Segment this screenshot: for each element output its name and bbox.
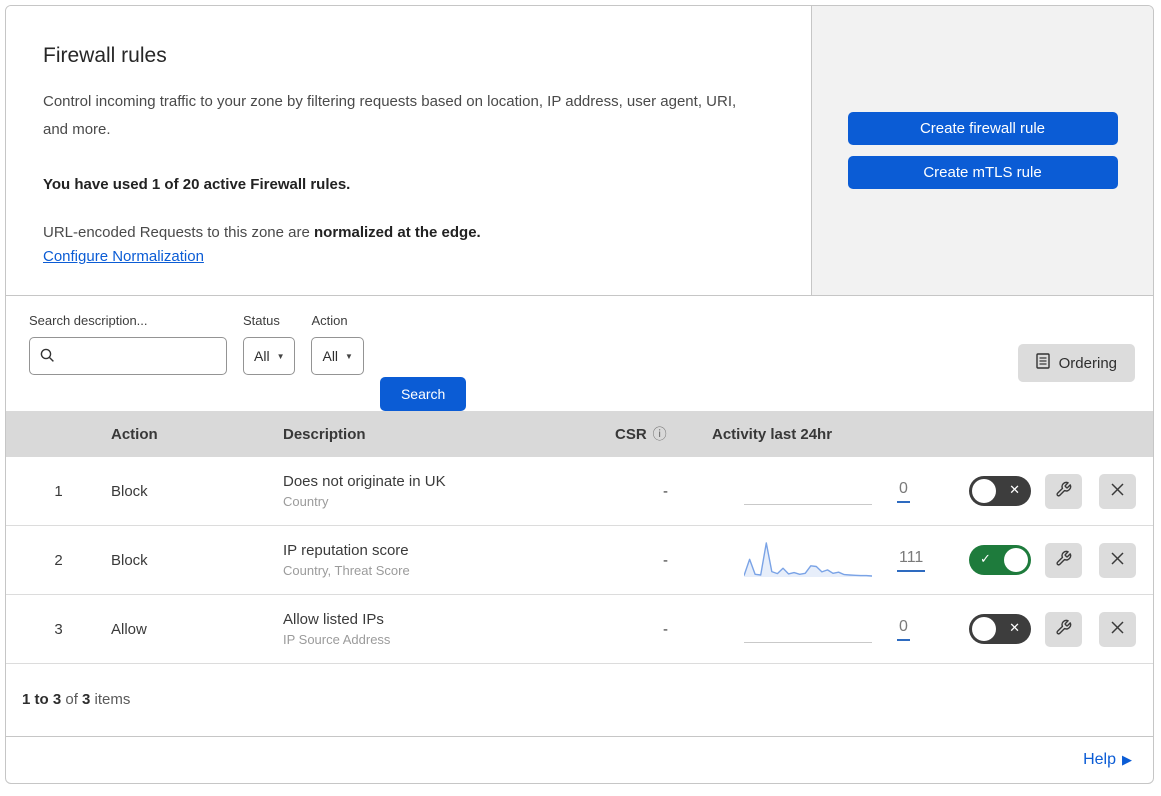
firewall-rules-card: Firewall rules Control incoming traffic … xyxy=(5,5,1154,784)
info-icon[interactable]: ⓘ xyxy=(653,424,667,444)
actions-panel: Create firewall rule Create mTLS rule xyxy=(812,6,1153,295)
header-section: Firewall rules Control incoming traffic … xyxy=(6,6,1153,296)
search-button[interactable]: Search xyxy=(379,377,467,411)
rule-action: Block xyxy=(111,551,148,569)
activity-count-link[interactable]: 0 xyxy=(897,618,910,641)
action-dropdown-value: All xyxy=(322,348,339,364)
table-header: Action Description CSR ⓘ Activity last 2… xyxy=(6,411,1153,457)
normalization-note: URL-encoded Requests to this zone are no… xyxy=(43,224,771,241)
action-label: Action xyxy=(311,313,348,328)
rule-priority: 2 xyxy=(54,551,63,569)
table-row: 1 Block Does not originate in UK Country… xyxy=(6,457,1153,526)
check-icon: ✓ xyxy=(980,551,991,566)
rule-enabled-toggle[interactable]: ✓ ✕ xyxy=(969,476,1031,506)
usage-summary: You have used 1 of 20 active Firewall ru… xyxy=(43,175,351,193)
rule-enabled-toggle[interactable]: ✓ ✕ xyxy=(969,614,1031,644)
rule-csr-value: - xyxy=(663,551,668,569)
configure-normalization-link[interactable]: Configure Normalization xyxy=(43,248,204,265)
rule-enabled-toggle[interactable]: ✓ ✕ xyxy=(969,545,1031,575)
status-dropdown[interactable]: All ▼ xyxy=(243,337,296,375)
chevron-down-icon: ▼ xyxy=(345,351,353,361)
rule-priority: 1 xyxy=(54,482,63,500)
activity-column-header: Activity last 24hr xyxy=(712,425,833,443)
activity-sparkline xyxy=(744,537,872,583)
rule-description: Does not originate in UK xyxy=(283,473,446,490)
x-icon xyxy=(1110,620,1125,638)
rule-criteria: Country xyxy=(283,494,329,509)
ordering-button[interactable]: Ordering xyxy=(1017,344,1135,382)
page-title: Firewall rules xyxy=(43,44,167,67)
help-row: Help ▶ xyxy=(6,736,1153,783)
activity-count-link[interactable]: 0 xyxy=(897,480,910,503)
search-icon xyxy=(40,348,55,368)
wrench-icon xyxy=(1055,481,1072,501)
rule-priority: 3 xyxy=(54,620,63,638)
list-document-icon xyxy=(1035,353,1050,373)
x-icon: ✕ xyxy=(1009,482,1020,497)
delete-rule-button[interactable] xyxy=(1099,611,1136,647)
status-label: Status xyxy=(243,313,280,328)
pagination-range: 1 to 3 xyxy=(22,691,62,708)
arrow-right-icon: ▶ xyxy=(1122,752,1132,767)
edit-rule-button[interactable] xyxy=(1045,611,1082,647)
status-dropdown-value: All xyxy=(254,348,270,364)
page-description: Control incoming traffic to your zone by… xyxy=(43,93,737,138)
toggle-knob xyxy=(972,617,996,641)
filter-bar: Search description... Status All ▼ Actio… xyxy=(6,296,1153,411)
chevron-down-icon: ▼ xyxy=(276,351,285,361)
wrench-icon xyxy=(1055,550,1072,570)
ordering-button-label: Ordering xyxy=(1058,354,1117,372)
table-row: 2 Block IP reputation score Country, Thr… xyxy=(6,526,1153,595)
rule-action: Block xyxy=(111,482,148,500)
rule-criteria: IP Source Address xyxy=(283,632,391,647)
csr-column-header: CSR xyxy=(615,425,647,443)
action-dropdown[interactable]: All ▼ xyxy=(311,337,364,375)
pagination-items: items xyxy=(90,691,131,708)
rule-csr-value: - xyxy=(663,482,668,500)
toggle-knob xyxy=(972,479,996,503)
create-firewall-rule-button[interactable]: Create firewall rule xyxy=(847,112,1118,145)
pagination-of: of xyxy=(61,691,83,708)
activity-count-link[interactable]: 111 xyxy=(897,549,926,572)
delete-rule-button[interactable] xyxy=(1099,473,1136,509)
rule-description: Allow listed IPs xyxy=(283,611,384,628)
rule-description: IP reputation score xyxy=(283,542,409,559)
intro-panel: Firewall rules Control incoming traffic … xyxy=(6,6,812,295)
edit-rule-button[interactable] xyxy=(1045,473,1082,509)
activity-sparkline-empty xyxy=(744,468,872,514)
activity-sparkline-empty xyxy=(744,606,872,652)
pagination-summary: 1 to 3 of 3 items xyxy=(6,664,1153,736)
rule-criteria: Country, Threat Score xyxy=(283,563,410,578)
description-column-header: Description xyxy=(283,425,366,443)
wrench-icon xyxy=(1055,619,1072,639)
create-mtls-rule-button[interactable]: Create mTLS rule xyxy=(847,156,1118,189)
table-row: 3 Allow Allow listed IPs IP Source Addre… xyxy=(6,595,1153,664)
edit-rule-button[interactable] xyxy=(1045,542,1082,578)
search-input[interactable] xyxy=(29,337,227,375)
delete-rule-button[interactable] xyxy=(1099,542,1136,578)
help-link[interactable]: Help xyxy=(1083,751,1116,769)
rule-action: Allow xyxy=(111,620,147,638)
normalization-prefix: URL-encoded Requests to this zone are xyxy=(43,223,314,241)
action-column-header: Action xyxy=(111,425,158,443)
normalization-bold: normalized at the edge. xyxy=(314,223,481,241)
x-icon xyxy=(1110,482,1125,500)
x-icon: ✕ xyxy=(1009,620,1020,635)
x-icon xyxy=(1110,551,1125,569)
rule-csr-value: - xyxy=(663,620,668,638)
toggle-knob xyxy=(1004,548,1028,572)
search-label: Search description... xyxy=(29,313,148,328)
